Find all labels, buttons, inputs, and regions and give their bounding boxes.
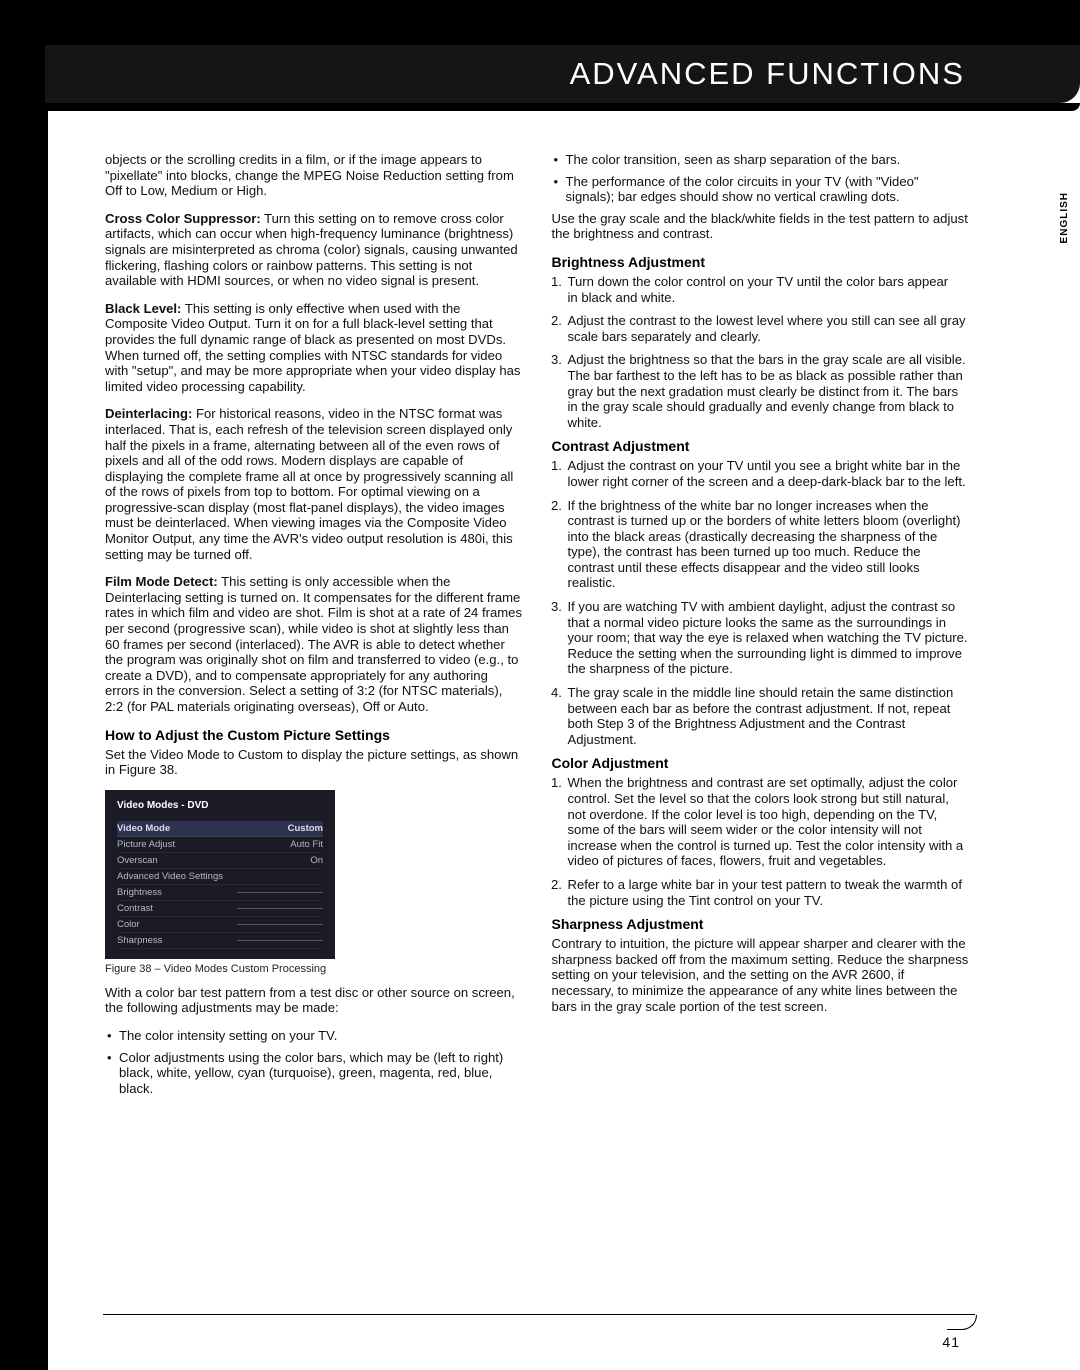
- figure-row: OverscanOn: [117, 853, 323, 869]
- list-item: Adjust the contrast on your TV until you…: [566, 458, 971, 489]
- deinterlacing-para: Deinterlacing: For historical reasons, v…: [105, 406, 524, 562]
- language-tab: ENGLISH: [1059, 192, 1070, 243]
- figure-caption: Figure 38 – Video Modes Custom Processin…: [105, 963, 524, 975]
- brightness-heading: Brightness Adjustment: [552, 254, 971, 270]
- after-figure-para: With a color bar test pattern from a tes…: [105, 985, 524, 1016]
- list-item: Adjust the brightness so that the bars i…: [566, 352, 971, 430]
- howto-para: Set the Video Mode to Custom to display …: [105, 747, 524, 778]
- list-item: If the brightness of the white bar no lo…: [566, 498, 971, 592]
- gray-scale-para: Use the gray scale and the black/white f…: [552, 211, 971, 242]
- page-title: ADVANCED FUNCTIONS: [570, 56, 965, 92]
- list-item: When the brightness and contrast are set…: [566, 775, 971, 869]
- list-item: The gray scale in the middle line should…: [566, 685, 971, 747]
- cross-color-para: Cross Color Suppressor: Turn this settin…: [105, 211, 524, 289]
- contrast-list: Adjust the contrast on your TV until you…: [552, 458, 971, 747]
- list-item: The color transition, seen as sharp sepa…: [554, 152, 971, 168]
- sharpness-heading: Sharpness Adjustment: [552, 916, 971, 932]
- color-heading: Color Adjustment: [552, 755, 971, 771]
- body-columns: objects or the scrolling credits in a fi…: [105, 152, 970, 1102]
- figure-row: Video ModeCustom: [117, 821, 323, 837]
- film-mode-para: Film Mode Detect: This setting is only a…: [105, 574, 524, 714]
- footer-arc: [947, 1315, 977, 1330]
- side-black-bar: [0, 0, 48, 1370]
- intro-para: objects or the scrolling credits in a fi…: [105, 152, 524, 199]
- left-bullets: The color intensity setting on your TV. …: [105, 1028, 524, 1096]
- figure-title: Video Modes - DVD: [117, 800, 323, 811]
- color-list: When the brightness and contrast are set…: [552, 775, 971, 908]
- list-item: The color intensity setting on your TV.: [107, 1028, 524, 1044]
- figure-row: Advanced Video Settings: [117, 869, 323, 885]
- footer-rule: [103, 1314, 975, 1315]
- figure-row: Color: [117, 917, 323, 933]
- right-column: The color transition, seen as sharp sepa…: [552, 152, 971, 1102]
- left-column: objects or the scrolling credits in a fi…: [105, 152, 524, 1102]
- figure-row: Brightness: [117, 885, 323, 901]
- figure-row: Sharpness: [117, 933, 323, 949]
- list-item: Color adjustments using the color bars, …: [107, 1050, 524, 1097]
- figure-38-box: Video Modes - DVD Video ModeCustomPictur…: [105, 790, 335, 959]
- list-item: The performance of the color circuits in…: [554, 174, 971, 205]
- list-item: Turn down the color control on your TV u…: [566, 274, 971, 305]
- figure-row: Picture AdjustAuto Fit: [117, 837, 323, 853]
- howto-heading: How to Adjust the Custom Picture Setting…: [105, 727, 524, 743]
- sharpness-para: Contrary to intuition, the picture will …: [552, 936, 971, 1014]
- list-item: Refer to a large white bar in your test …: [566, 877, 971, 908]
- list-item: If you are watching TV with ambient dayl…: [566, 599, 971, 677]
- figure-row: Contrast: [117, 901, 323, 917]
- black-level-para: Black Level: This setting is only effect…: [105, 301, 524, 395]
- contrast-heading: Contrast Adjustment: [552, 438, 971, 454]
- brightness-list: Turn down the color control on your TV u…: [552, 274, 971, 430]
- header: ADVANCED FUNCTIONS: [0, 0, 1080, 108]
- page-number: 41: [942, 1334, 960, 1350]
- list-item: Adjust the contrast to the lowest level …: [566, 313, 971, 344]
- right-top-bullets: The color transition, seen as sharp sepa…: [552, 152, 971, 205]
